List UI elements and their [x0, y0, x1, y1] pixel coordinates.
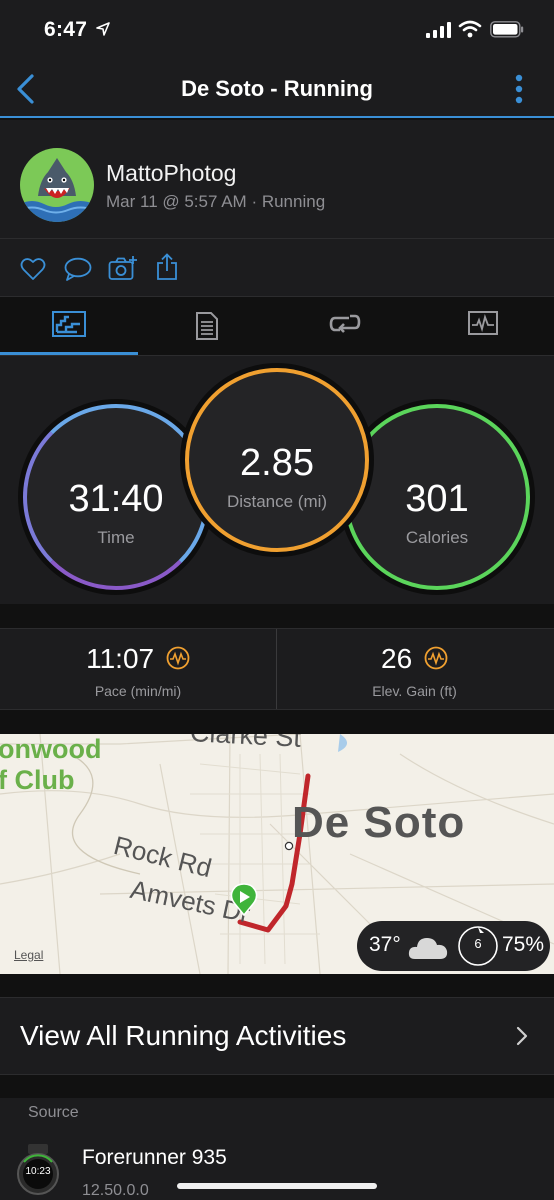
status-time: 6:47 [44, 18, 88, 41]
pace-label: Pace (min/mi) [94, 683, 182, 699]
source-label: Source [28, 1104, 79, 1121]
comment-icon[interactable] [64, 257, 92, 281]
map-label-club-line1: onwood [0, 734, 102, 764]
tab-charts[interactable] [414, 297, 552, 355]
device-name: Forerunner 935 [82, 1146, 227, 1169]
watch-face-time: 10:23 [25, 1166, 51, 1177]
user-name[interactable]: MattoPhotog [106, 160, 236, 187]
wifi-icon [458, 20, 482, 38]
weather-humidity: 75% [501, 933, 544, 956]
stats-summary: 31:40 Time 301 Calories 2.85 Distance (m… [0, 356, 554, 604]
signal-icon [426, 22, 451, 38]
home-indicator[interactable] [177, 1183, 377, 1189]
weather-badge: 37° 6 75% [357, 921, 550, 971]
source-section-header: Source [0, 1098, 554, 1132]
shark-avatar-icon [20, 148, 94, 222]
battery-icon [490, 21, 524, 38]
route-map[interactable]: onwood f Club Clarke St De Soto Rock Rd … [0, 734, 554, 974]
stats-chart-icon [52, 311, 86, 337]
status-bar: 6:47 [0, 0, 554, 60]
time-value: 31:40 [68, 478, 164, 520]
calories-stat-circle[interactable]: 301 Calories [344, 404, 530, 590]
source-device-row[interactable]: 10:23 Forerunner 935 12.50.0.0 [0, 1132, 554, 1200]
activity-meta: Mar 11 @ 5:57 AM · Running [106, 192, 326, 211]
pace-value: 11:07 [86, 643, 155, 674]
calories-label: Calories [405, 528, 469, 547]
chevron-right-icon [516, 1026, 528, 1046]
elevation-metric[interactable]: 26 Elev. Gain (ft) [276, 629, 552, 709]
map-label-town: De Soto [292, 798, 466, 847]
like-heart-icon[interactable] [20, 257, 46, 281]
view-all-activities-row[interactable]: View All Running Activities [0, 997, 554, 1075]
avatar[interactable] [20, 148, 94, 222]
page-title: De Soto - Running [181, 76, 373, 101]
watch-icon: 10:23 [16, 1144, 60, 1200]
distance-stat-circle[interactable]: 2.85 Distance (mi) [185, 368, 369, 552]
activity-header: MattoPhotog Mar 11 @ 5:57 AM · Running [0, 120, 554, 238]
chart-graph-icon [468, 311, 498, 335]
distance-label: Distance (mi) [226, 492, 328, 511]
time-label: Time [97, 528, 135, 547]
add-photo-icon[interactable] [108, 255, 138, 281]
map-legal-link[interactable]: Legal [14, 948, 43, 962]
more-options-icon[interactable] [514, 73, 524, 105]
map-label-club-line2: f Club [0, 765, 75, 795]
metrics-row: 11:07 Pace (min/mi) 26 Elev. Gain (ft) [0, 628, 554, 710]
activity-tabs [0, 296, 554, 356]
laps-loop-icon [329, 314, 361, 333]
pace-metric[interactable]: 11:07 Pace (min/mi) [0, 629, 276, 709]
cloud-icon [408, 938, 448, 959]
share-icon[interactable] [156, 253, 178, 281]
tab-summary[interactable] [0, 297, 138, 355]
tab-details[interactable] [138, 297, 276, 355]
device-version: 12.50.0.0 [82, 1182, 149, 1199]
location-arrow-icon [96, 22, 110, 36]
distance-value: 2.85 [240, 442, 314, 484]
elevation-value: 26 [381, 643, 413, 674]
weather-temperature: 37° [369, 933, 401, 956]
elevation-label: Elev. Gain (ft) [372, 683, 457, 699]
view-all-label: View All Running Activities [20, 1020, 347, 1051]
elevation-chart-icon [424, 646, 448, 670]
tab-laps[interactable] [276, 297, 414, 355]
nav-bar: De Soto - Running [0, 60, 554, 118]
calories-value: 301 [405, 478, 469, 520]
action-bar [0, 238, 554, 296]
document-icon [196, 312, 218, 340]
wind-speed: 6 [474, 936, 482, 951]
pace-chart-icon [166, 646, 190, 670]
time-stat-circle[interactable]: 31:40 Time [23, 404, 209, 590]
start-marker-icon [230, 883, 258, 916]
